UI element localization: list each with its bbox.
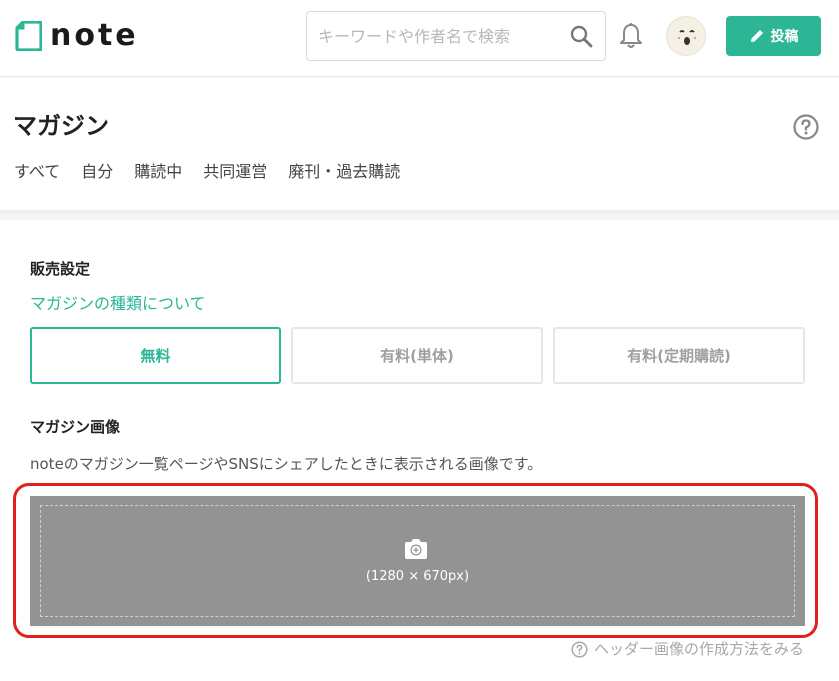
question-circle-icon <box>571 640 588 658</box>
avatar-face-icon <box>667 17 705 55</box>
pencil-icon <box>750 30 763 42</box>
post-button-label: 投稿 <box>770 29 799 45</box>
image-upload-area[interactable]: (1280 × 670px) <box>30 496 805 626</box>
camera-plus-icon <box>405 539 427 559</box>
note-logo[interactable]: note <box>14 20 139 52</box>
tab-all[interactable]: すべて <box>14 160 60 184</box>
bell-icon[interactable] <box>618 22 644 50</box>
option-paid-subscription[interactable]: 有料(定期購読) <box>553 327 805 384</box>
help-icon[interactable] <box>793 114 819 140</box>
option-free[interactable]: 無料 <box>30 327 281 384</box>
tab-discontinued[interactable]: 廃刊・過去購読 <box>288 160 400 184</box>
magazine-types-link[interactable]: マガジンの種類について <box>30 292 206 316</box>
magazine-tabs: すべて 自分 購読中 共同運営 廃刊・過去購読 <box>14 160 421 184</box>
upload-size-hint: (1280 × 670px) <box>365 569 470 584</box>
howto-link-text: ヘッダー画像の作成方法をみる <box>593 640 804 658</box>
user-avatar[interactable] <box>666 16 706 56</box>
page-title: マガジン <box>13 112 109 140</box>
tab-mine[interactable]: 自分 <box>81 160 113 184</box>
magazine-image-description: noteのマガジン一覧ページやSNSにシェアしたときに表示される画像です。 <box>30 455 543 473</box>
option-paid-single[interactable]: 有料(単体) <box>291 327 543 384</box>
post-button[interactable]: 投稿 <box>726 16 821 56</box>
note-logo-icon <box>15 21 42 51</box>
search-input[interactable] <box>307 12 557 60</box>
magazine-image-label: マガジン画像 <box>30 418 121 436</box>
search-box[interactable] <box>306 11 606 61</box>
tab-co-managed[interactable]: 共同運営 <box>203 160 267 184</box>
howto-link[interactable]: ヘッダー画像の作成方法をみる <box>571 638 804 660</box>
top-bar: note 投稿 <box>0 0 839 77</box>
tab-subscribed[interactable]: 購読中 <box>134 160 182 184</box>
search-icon[interactable] <box>569 24 593 48</box>
sales-settings-label: 販売設定 <box>30 260 91 278</box>
logo-text: note <box>50 18 139 53</box>
section-divider <box>0 210 839 220</box>
upload-dashed-border <box>40 505 795 617</box>
